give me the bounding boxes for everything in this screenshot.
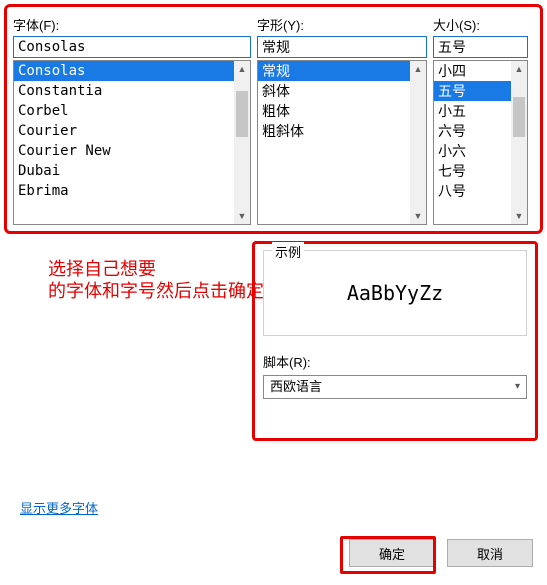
list-item[interactable]: Ebrima <box>14 181 234 201</box>
list-item[interactable]: 斜体 <box>258 81 410 101</box>
list-item[interactable]: 粗体 <box>258 101 410 121</box>
font-listbox[interactable]: ConsolasConstantiaCorbelCourierCourier N… <box>13 60 251 225</box>
list-item[interactable]: Corbel <box>14 101 234 121</box>
list-item[interactable]: 小五 <box>434 101 511 121</box>
chevron-down-icon: ▾ <box>515 376 520 398</box>
list-item[interactable]: Courier <box>14 121 234 141</box>
style-input[interactable] <box>257 36 427 58</box>
size-scrollbar[interactable]: ▲ ▼ <box>511 61 527 224</box>
list-item[interactable]: 八号 <box>434 181 511 201</box>
list-item[interactable]: Constantia <box>14 81 234 101</box>
scroll-up-icon[interactable]: ▲ <box>234 61 250 77</box>
list-item[interactable]: 粗斜体 <box>258 121 410 141</box>
sample-groupbox: 示例 AaBbYyZz <box>263 250 527 336</box>
size-input[interactable] <box>433 36 528 58</box>
list-item[interactable]: 七号 <box>434 161 511 181</box>
scroll-down-icon[interactable]: ▼ <box>234 208 250 224</box>
sample-legend: 示例 <box>272 242 304 261</box>
cancel-button[interactable]: 取消 <box>447 539 533 567</box>
font-column: 字体(F): ConsolasConstantiaCorbelCourierCo… <box>13 15 251 225</box>
font-label: 字体(F): <box>13 15 251 34</box>
list-item[interactable]: Courier New <box>14 141 234 161</box>
script-label: 脚本(R): <box>263 352 527 371</box>
font-input[interactable] <box>13 36 251 58</box>
scroll-up-icon[interactable]: ▲ <box>511 61 527 77</box>
font-selection-highlight: 字体(F): ConsolasConstantiaCorbelCourierCo… <box>4 4 543 234</box>
scroll-down-icon[interactable]: ▼ <box>410 208 426 224</box>
script-value: 西欧语言 <box>270 379 322 394</box>
size-listbox[interactable]: 小四五号小五六号小六七号八号 ▲ ▼ <box>433 60 528 225</box>
scroll-down-icon[interactable]: ▼ <box>511 208 527 224</box>
script-select[interactable]: 西欧语言 ▾ <box>263 375 527 399</box>
list-item[interactable]: 小四 <box>434 61 511 81</box>
style-scrollbar[interactable]: ▲ ▼ <box>410 61 426 224</box>
style-listbox[interactable]: 常规斜体粗体粗斜体 ▲ ▼ <box>257 60 427 225</box>
instruction-annotation: 选择自己想要 的字体和字号然后点击确定 <box>48 258 264 302</box>
size-column: 大小(S): 小四五号小五六号小六七号八号 ▲ ▼ <box>433 15 528 225</box>
size-label: 大小(S): <box>433 15 528 34</box>
sample-text: AaBbYyZz <box>347 281 443 305</box>
dialog-buttons: 确定 取消 <box>349 539 533 567</box>
style-label: 字形(Y): <box>257 15 427 34</box>
sample-highlight: 示例 AaBbYyZz 脚本(R): 西欧语言 ▾ <box>252 241 538 441</box>
list-item[interactable]: 常规 <box>258 61 410 81</box>
scroll-up-icon[interactable]: ▲ <box>410 61 426 77</box>
list-item[interactable]: Dubai <box>14 161 234 181</box>
list-item[interactable]: Consolas <box>14 61 234 81</box>
font-scrollbar[interactable]: ▲ ▼ <box>234 61 250 224</box>
list-item[interactable]: 小六 <box>434 141 511 161</box>
more-fonts-link[interactable]: 显示更多字体 <box>20 498 98 517</box>
font-columns: 字体(F): ConsolasConstantiaCorbelCourierCo… <box>13 15 534 225</box>
list-item[interactable]: 五号 <box>434 81 511 101</box>
style-column: 字形(Y): 常规斜体粗体粗斜体 ▲ ▼ <box>257 15 427 225</box>
ok-button[interactable]: 确定 <box>349 539 435 567</box>
list-item[interactable]: 六号 <box>434 121 511 141</box>
